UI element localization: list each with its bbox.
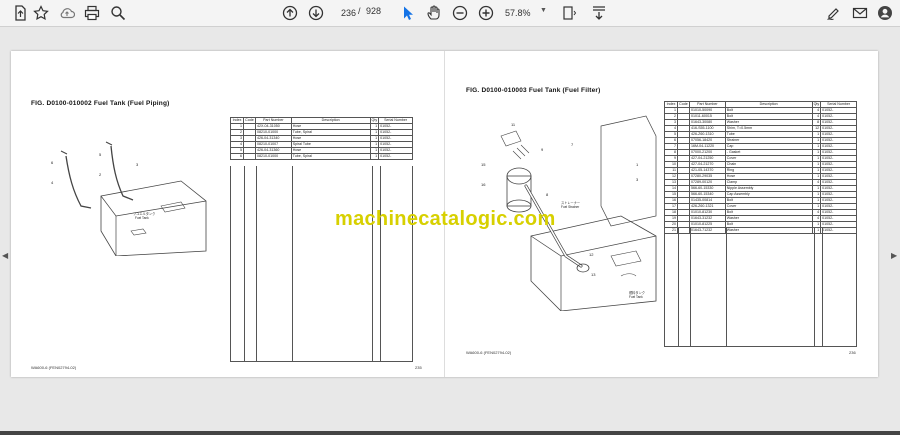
svg-text:Fuel Tank: Fuel Tank <box>135 216 149 220</box>
svg-text:4: 4 <box>51 180 54 185</box>
zoom-level-dropdown[interactable]: 57.8% <box>505 5 545 20</box>
zoom-level-value: 57.8% <box>505 7 531 18</box>
svg-text:Fuel Strainer: Fuel Strainer <box>561 205 580 209</box>
zoom-in-icon[interactable] <box>476 4 496 22</box>
left-page-footer: WA600-6 (FEN02794-02) <box>31 365 77 370</box>
left-figure-title: FIG. D0100-010002 Fuel Tank (Fuel Piping… <box>31 100 170 107</box>
svg-text:2: 2 <box>99 172 102 177</box>
right-figure-title: FIG. D0100-010003 Fuel Tank (Fuel Filter… <box>466 87 601 94</box>
left-parts-table: Index Code Part Number Description Qty S… <box>230 117 413 160</box>
svg-text:9: 9 <box>541 147 544 152</box>
svg-text:3: 3 <box>636 177 639 182</box>
table-cell: Tube, Spiral <box>290 153 371 160</box>
bottom-bar <box>0 431 900 435</box>
left-page-number: 235 <box>415 365 422 370</box>
right-parts-table: Index Code Part Number Description Qty S… <box>664 101 857 234</box>
svg-text:12: 12 <box>589 252 594 257</box>
svg-text:16: 16 <box>481 182 486 187</box>
column-header: Code <box>676 101 690 108</box>
account-icon[interactable] <box>875 4 895 22</box>
svg-text:11: 11 <box>511 122 516 127</box>
table-cell: 6 <box>230 153 244 160</box>
page-number-input[interactable] <box>334 6 356 20</box>
table-cell: 1 <box>369 153 380 160</box>
zoom-out-icon[interactable] <box>450 4 470 22</box>
table-row: 6 08210-01000 Tube, Spiral 1 01052- <box>230 153 413 160</box>
sign-pen-icon[interactable] <box>824 4 844 22</box>
table-cell: 01052- <box>378 153 413 160</box>
previous-page-icon[interactable] <box>280 4 300 22</box>
watermark-text: machinecatalogic.com <box>335 208 556 230</box>
upload-file-icon[interactable] <box>10 4 30 22</box>
toolbar: / 928 57.8% ▼ <box>0 0 900 27</box>
scroll-mode-icon[interactable] <box>589 4 609 22</box>
right-panel-toggle-icon[interactable]: ▶ <box>891 251 897 260</box>
print-icon[interactable] <box>82 4 102 22</box>
bookmark-star-icon[interactable] <box>31 4 51 22</box>
right-page-number: 236 <box>849 350 856 355</box>
chevron-down-icon[interactable]: ▼ <box>540 7 547 14</box>
left-parts-drawing: フユエルタンク Fuel Tank 6 4 5 2 3 <box>51 141 207 256</box>
page-total: 928 <box>366 6 382 16</box>
page-separator: / <box>358 6 361 16</box>
svg-text:7: 7 <box>571 142 574 147</box>
svg-text:3: 3 <box>136 162 139 167</box>
table-cell: 08210-01000 <box>254 153 292 160</box>
cloud-upload-icon[interactable] <box>57 4 77 22</box>
right-page-footer: WA600-6 (FEN02794-02) <box>466 350 512 355</box>
next-page-icon[interactable] <box>306 4 326 22</box>
hand-tool-icon[interactable] <box>424 4 444 22</box>
svg-text:8: 8 <box>546 192 549 197</box>
left-table-column-lines <box>230 166 413 362</box>
email-icon[interactable] <box>850 4 870 22</box>
svg-text:15: 15 <box>481 162 486 167</box>
svg-text:1: 1 <box>636 162 639 167</box>
page-fit-icon[interactable] <box>559 4 579 22</box>
left-panel-toggle-icon[interactable]: ◀ <box>2 251 8 260</box>
svg-text:Fuel Tank: Fuel Tank <box>629 295 643 299</box>
svg-text:5: 5 <box>99 152 102 157</box>
column-header: Code <box>242 117 256 124</box>
select-cursor-icon[interactable] <box>398 4 418 22</box>
table-cell <box>242 153 256 160</box>
search-icon[interactable] <box>108 4 128 22</box>
right-table-column-lines <box>664 228 857 347</box>
svg-text:6: 6 <box>51 160 54 165</box>
svg-text:13: 13 <box>591 272 596 277</box>
